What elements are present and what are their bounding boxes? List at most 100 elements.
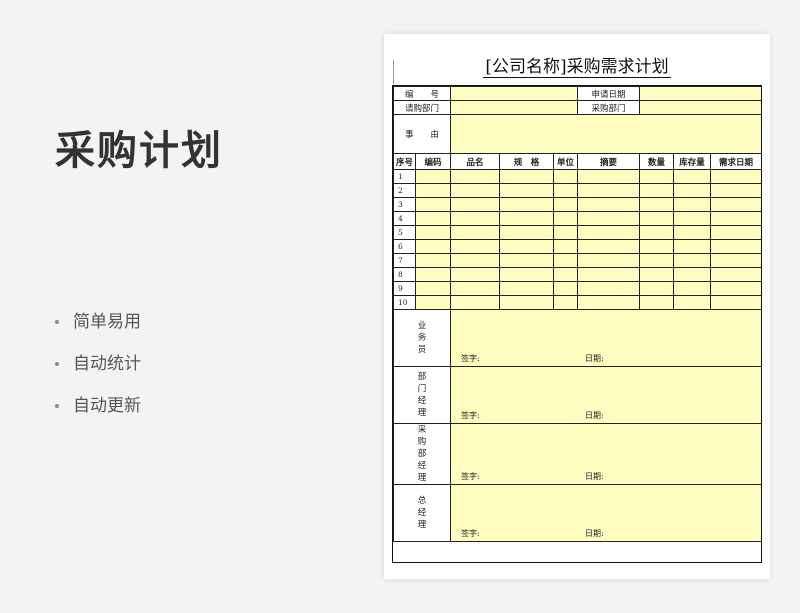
table-cell[interactable] xyxy=(414,169,452,184)
table-cell[interactable] xyxy=(577,281,641,296)
table-cell[interactable] xyxy=(450,225,501,240)
dept-field[interactable] xyxy=(450,100,579,115)
table-cell[interactable] xyxy=(710,183,763,198)
date-label: 日期: xyxy=(585,472,604,481)
table-cell[interactable] xyxy=(450,267,501,282)
table-cell[interactable] xyxy=(414,239,452,254)
table-row: 10 xyxy=(393,295,763,310)
table-cell[interactable] xyxy=(450,239,501,254)
purchase-dept-field[interactable] xyxy=(639,100,763,115)
table-cell[interactable] xyxy=(553,183,579,198)
feature-item: 自动更新 xyxy=(55,396,141,438)
table-cell[interactable] xyxy=(499,281,555,296)
signature-role-label: 采购部经理 xyxy=(417,425,427,483)
signature-field[interactable]: 签字: 日期: xyxy=(450,309,763,367)
table-cell[interactable] xyxy=(499,211,555,226)
apply-date-label: 申请日期 xyxy=(577,86,641,101)
table-cell[interactable] xyxy=(639,169,675,184)
table-cell[interactable] xyxy=(639,183,675,198)
table-cell[interactable] xyxy=(553,295,579,310)
table-cell[interactable] xyxy=(673,225,712,240)
table-cell[interactable] xyxy=(639,253,675,268)
table-cell[interactable] xyxy=(499,225,555,240)
table-cell[interactable] xyxy=(499,197,555,212)
table-cell[interactable] xyxy=(450,197,501,212)
table-cell[interactable] xyxy=(553,197,579,212)
table-cell[interactable] xyxy=(673,239,712,254)
table-cell[interactable] xyxy=(414,267,452,282)
table-cell[interactable] xyxy=(450,211,501,226)
table-cell[interactable] xyxy=(639,239,675,254)
table-cell[interactable] xyxy=(414,295,452,310)
table-cell[interactable] xyxy=(639,281,675,296)
table-cell[interactable] xyxy=(673,295,712,310)
table-cell[interactable] xyxy=(553,281,579,296)
table-cell[interactable] xyxy=(639,211,675,226)
table-cell[interactable] xyxy=(577,197,641,212)
table-cell[interactable] xyxy=(710,225,763,240)
table-cell[interactable] xyxy=(710,211,763,226)
table-cell[interactable] xyxy=(553,169,579,184)
table-cell[interactable] xyxy=(414,281,452,296)
table-cell[interactable] xyxy=(639,197,675,212)
table-cell[interactable] xyxy=(577,211,641,226)
signature-field[interactable]: 签字: 日期: xyxy=(450,484,763,542)
table-row: 5 xyxy=(393,225,763,240)
table-cell[interactable] xyxy=(710,197,763,212)
table-cell[interactable] xyxy=(414,197,452,212)
sign-label: 签字: xyxy=(461,411,480,420)
table-cell[interactable] xyxy=(577,183,641,198)
table-cell[interactable] xyxy=(673,169,712,184)
table-cell[interactable] xyxy=(414,225,452,240)
table-cell[interactable] xyxy=(450,253,501,268)
table-cell[interactable] xyxy=(639,295,675,310)
table-cell[interactable] xyxy=(577,295,641,310)
table-cell[interactable] xyxy=(450,295,501,310)
table-cell[interactable] xyxy=(673,211,712,226)
form-row-number: 编 号 申请日期 xyxy=(392,86,763,101)
table-cell[interactable] xyxy=(577,239,641,254)
table-cell[interactable] xyxy=(639,225,675,240)
table-cell[interactable] xyxy=(553,211,579,226)
table-cell[interactable] xyxy=(450,169,501,184)
table-cell[interactable] xyxy=(499,169,555,184)
table-cell[interactable] xyxy=(450,183,501,198)
signature-role-label: 业务员 xyxy=(417,321,427,355)
table-cell[interactable] xyxy=(710,267,763,282)
table-cell[interactable] xyxy=(414,183,452,198)
table-cell[interactable] xyxy=(553,267,579,282)
table-cell[interactable] xyxy=(499,239,555,254)
table-cell[interactable] xyxy=(639,267,675,282)
table-cell[interactable] xyxy=(499,183,555,198)
table-cell[interactable] xyxy=(450,281,501,296)
signature-field[interactable]: 签字: 日期: xyxy=(450,366,763,424)
row-number: 8 xyxy=(393,267,416,282)
table-cell[interactable] xyxy=(710,295,763,310)
table-cell[interactable] xyxy=(710,169,763,184)
table-cell[interactable] xyxy=(414,211,452,226)
apply-date-field[interactable] xyxy=(639,86,763,101)
table-cell[interactable] xyxy=(710,253,763,268)
table-cell[interactable] xyxy=(710,281,763,296)
table-cell[interactable] xyxy=(414,253,452,268)
table-cell[interactable] xyxy=(499,253,555,268)
table-cell[interactable] xyxy=(673,281,712,296)
table-cell[interactable] xyxy=(553,253,579,268)
table-cell[interactable] xyxy=(577,253,641,268)
reason-field[interactable] xyxy=(450,114,763,154)
table-cell[interactable] xyxy=(673,267,712,282)
table-cell[interactable] xyxy=(710,239,763,254)
table-cell[interactable] xyxy=(499,295,555,310)
table-cell[interactable] xyxy=(673,183,712,198)
table-cell[interactable] xyxy=(577,169,641,184)
table-cell[interactable] xyxy=(673,197,712,212)
table-cell[interactable] xyxy=(577,267,641,282)
table-cell[interactable] xyxy=(673,253,712,268)
table-cell[interactable] xyxy=(577,225,641,240)
signature-field[interactable]: 签字: 日期: xyxy=(450,423,763,485)
table-cell[interactable] xyxy=(553,239,579,254)
table-cell[interactable] xyxy=(553,225,579,240)
table-cell[interactable] xyxy=(499,267,555,282)
number-field[interactable] xyxy=(450,86,579,101)
bullet-icon xyxy=(55,404,59,408)
